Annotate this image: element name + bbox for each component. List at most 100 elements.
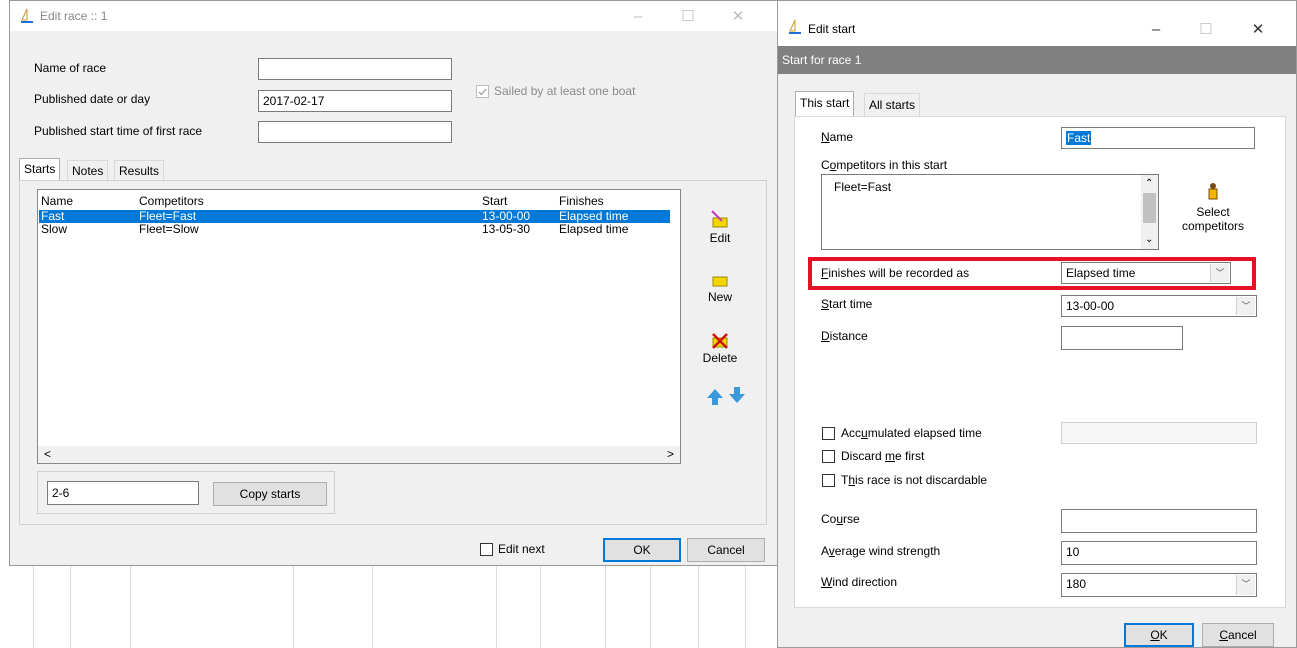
name-label: Name: [821, 130, 854, 144]
not-discardable-checkbox[interactable]: [822, 474, 835, 487]
tab-results[interactable]: Results: [114, 160, 165, 180]
tab-all-starts[interactable]: All starts: [864, 93, 921, 117]
name-of-race-input[interactable]: [258, 58, 452, 80]
table-row[interactable]: Slow Fleet=Slow 13-05-30 Elapsed time: [39, 222, 670, 236]
header-competitors[interactable]: Competitors: [139, 194, 204, 208]
competitors-textarea[interactable]: Fleet=Fast ⌃ ⌄: [821, 174, 1159, 250]
edit-next-label: Edit next: [498, 542, 545, 556]
tab-notes[interactable]: Notes: [67, 160, 109, 180]
delete-tool-label: Delete: [702, 351, 738, 365]
course-input[interactable]: [1061, 509, 1257, 533]
finishes-label: Finishes will be recorded as: [821, 266, 970, 280]
discard-checkbox[interactable]: [822, 450, 835, 463]
cell-name: Slow: [41, 222, 68, 236]
cell-start: 13-05-30: [482, 222, 531, 236]
not-discardable-label: This race is not discardable: [841, 473, 988, 487]
wind-direction-combobox[interactable]: 180 ﹀: [1061, 573, 1257, 597]
start-time-label: Start time: [821, 297, 873, 311]
wind-strength-input[interactable]: 10: [1061, 541, 1257, 565]
published-date-label: Published date or day: [34, 92, 151, 106]
scroll-up-icon[interactable]: ⌃: [1145, 177, 1153, 191]
close-icon[interactable]: ✕: [1238, 19, 1278, 41]
cell-start: 13-00-00: [482, 209, 531, 223]
window-title: Edit race :: 1: [40, 9, 108, 23]
scroll-right-icon[interactable]: >: [667, 447, 674, 461]
edit-start-window: Edit start – ☐ ✕ Start for race 1 This s…: [777, 0, 1297, 648]
edit-start-titlebar: Edit start – ☐ ✕: [778, 1, 1296, 46]
discard-label: Discard me first: [841, 449, 925, 463]
edit-next-checkbox[interactable]: [480, 543, 493, 556]
new-tool-button[interactable]: New: [690, 272, 750, 304]
move-up-icon[interactable]: [706, 388, 724, 406]
scroll-left-icon[interactable]: <: [44, 447, 51, 461]
cell-name: Fast: [41, 209, 65, 223]
copy-range-input[interactable]: 2-6: [47, 481, 199, 505]
competitors-label: Competitors in this start: [821, 158, 948, 172]
start-cancel-button[interactable]: Cancel: [1202, 623, 1274, 647]
cell-finishes: Elapsed time: [559, 209, 629, 223]
cell-finishes: Elapsed time: [559, 222, 629, 236]
published-date-input[interactable]: 2017-02-17: [258, 90, 452, 112]
finishes-combobox[interactable]: Elapsed time ﹀: [1061, 262, 1231, 284]
distance-input[interactable]: [1061, 326, 1183, 350]
list-header: Name Competitors Start Finishes: [38, 194, 680, 208]
ok-button[interactable]: OK: [603, 538, 681, 562]
horizontal-scrollbar[interactable]: < >: [38, 446, 680, 463]
new-icon: [712, 276, 728, 287]
wind-direction-value: 180: [1066, 577, 1087, 591]
start-header-text: Start for race 1: [782, 53, 862, 67]
scroll-thumb[interactable]: [58, 448, 652, 461]
wind-direction-label: Wind direction: [821, 575, 898, 589]
sailed-label: Sailed by at least one boat: [494, 84, 636, 98]
header-finishes[interactable]: Finishes: [559, 194, 604, 208]
background-grid: [0, 565, 778, 648]
published-start-time-label: Published start time of first race: [34, 124, 203, 138]
start-ok-button[interactable]: OK: [1124, 623, 1194, 647]
accumulated-checkbox[interactable]: [822, 427, 835, 440]
starts-list[interactable]: Name Competitors Start Finishes Fast Fle…: [37, 189, 681, 464]
edit-tool-label: Edit: [709, 231, 731, 245]
start-time-combobox[interactable]: 13-00-00 ﹀: [1061, 295, 1257, 317]
scroll-down-icon[interactable]: ⌄: [1145, 233, 1153, 247]
textarea-scrollbar[interactable]: ⌃ ⌄: [1141, 175, 1158, 249]
cancel-button[interactable]: Cancel: [687, 538, 765, 562]
minimize-icon[interactable]: –: [618, 6, 658, 28]
minimize-icon[interactable]: –: [1136, 19, 1176, 41]
copy-starts-button[interactable]: Copy starts: [213, 482, 327, 506]
start-header-bar: Start for race 1: [778, 46, 1296, 74]
move-down-icon[interactable]: [728, 386, 746, 404]
maximize-icon[interactable]: ☐: [668, 6, 708, 28]
tab-starts[interactable]: Starts: [19, 158, 61, 180]
published-start-time-input[interactable]: [258, 121, 452, 143]
maximize-icon[interactable]: ☐: [1186, 19, 1226, 41]
accumulated-label: Accumulated elapsed time: [841, 426, 982, 440]
select-competitors-button[interactable]: Select competitors: [1178, 182, 1248, 233]
header-name[interactable]: Name: [41, 194, 73, 208]
header-start[interactable]: Start: [482, 194, 507, 208]
sailed-checkbox[interactable]: [476, 85, 489, 98]
this-start-panel: Name Fast Competitors in this start Flee…: [794, 116, 1286, 608]
cell-competitors: Fleet=Slow: [139, 222, 199, 236]
close-icon[interactable]: ✕: [718, 6, 758, 28]
sailboat-icon: [21, 8, 33, 23]
chevron-down-icon[interactable]: ﹀: [1236, 297, 1255, 315]
delete-tool-button[interactable]: Delete: [690, 331, 750, 365]
start-name-input[interactable]: Fast: [1061, 127, 1255, 149]
accumulated-input[interactable]: [1061, 422, 1257, 444]
copy-starts-group: 2-6 Copy starts: [37, 471, 335, 514]
window-title: Edit start: [808, 22, 856, 36]
finishes-value: Elapsed time: [1066, 266, 1136, 280]
chevron-down-icon[interactable]: ﹀: [1236, 575, 1255, 595]
edit-race-window: Edit race :: 1 – ☐ ✕ Name of race Publis…: [9, 0, 779, 566]
scroll-thumb[interactable]: [1143, 193, 1156, 223]
chevron-down-icon[interactable]: ﹀: [1210, 264, 1229, 282]
cell-competitors: Fleet=Fast: [139, 209, 197, 223]
starts-tab-panel: Name Competitors Start Finishes Fast Fle…: [19, 180, 767, 525]
tab-this-start[interactable]: This start: [795, 91, 855, 117]
edit-tool-button[interactable]: Edit: [690, 209, 750, 245]
start-time-value: 13-00-00: [1066, 299, 1115, 313]
course-label: Course: [821, 512, 860, 526]
wind-strength-label: Average wind strength: [821, 544, 941, 558]
delete-icon: [712, 333, 728, 349]
select-competitors-label: Select competitors: [1181, 205, 1245, 233]
